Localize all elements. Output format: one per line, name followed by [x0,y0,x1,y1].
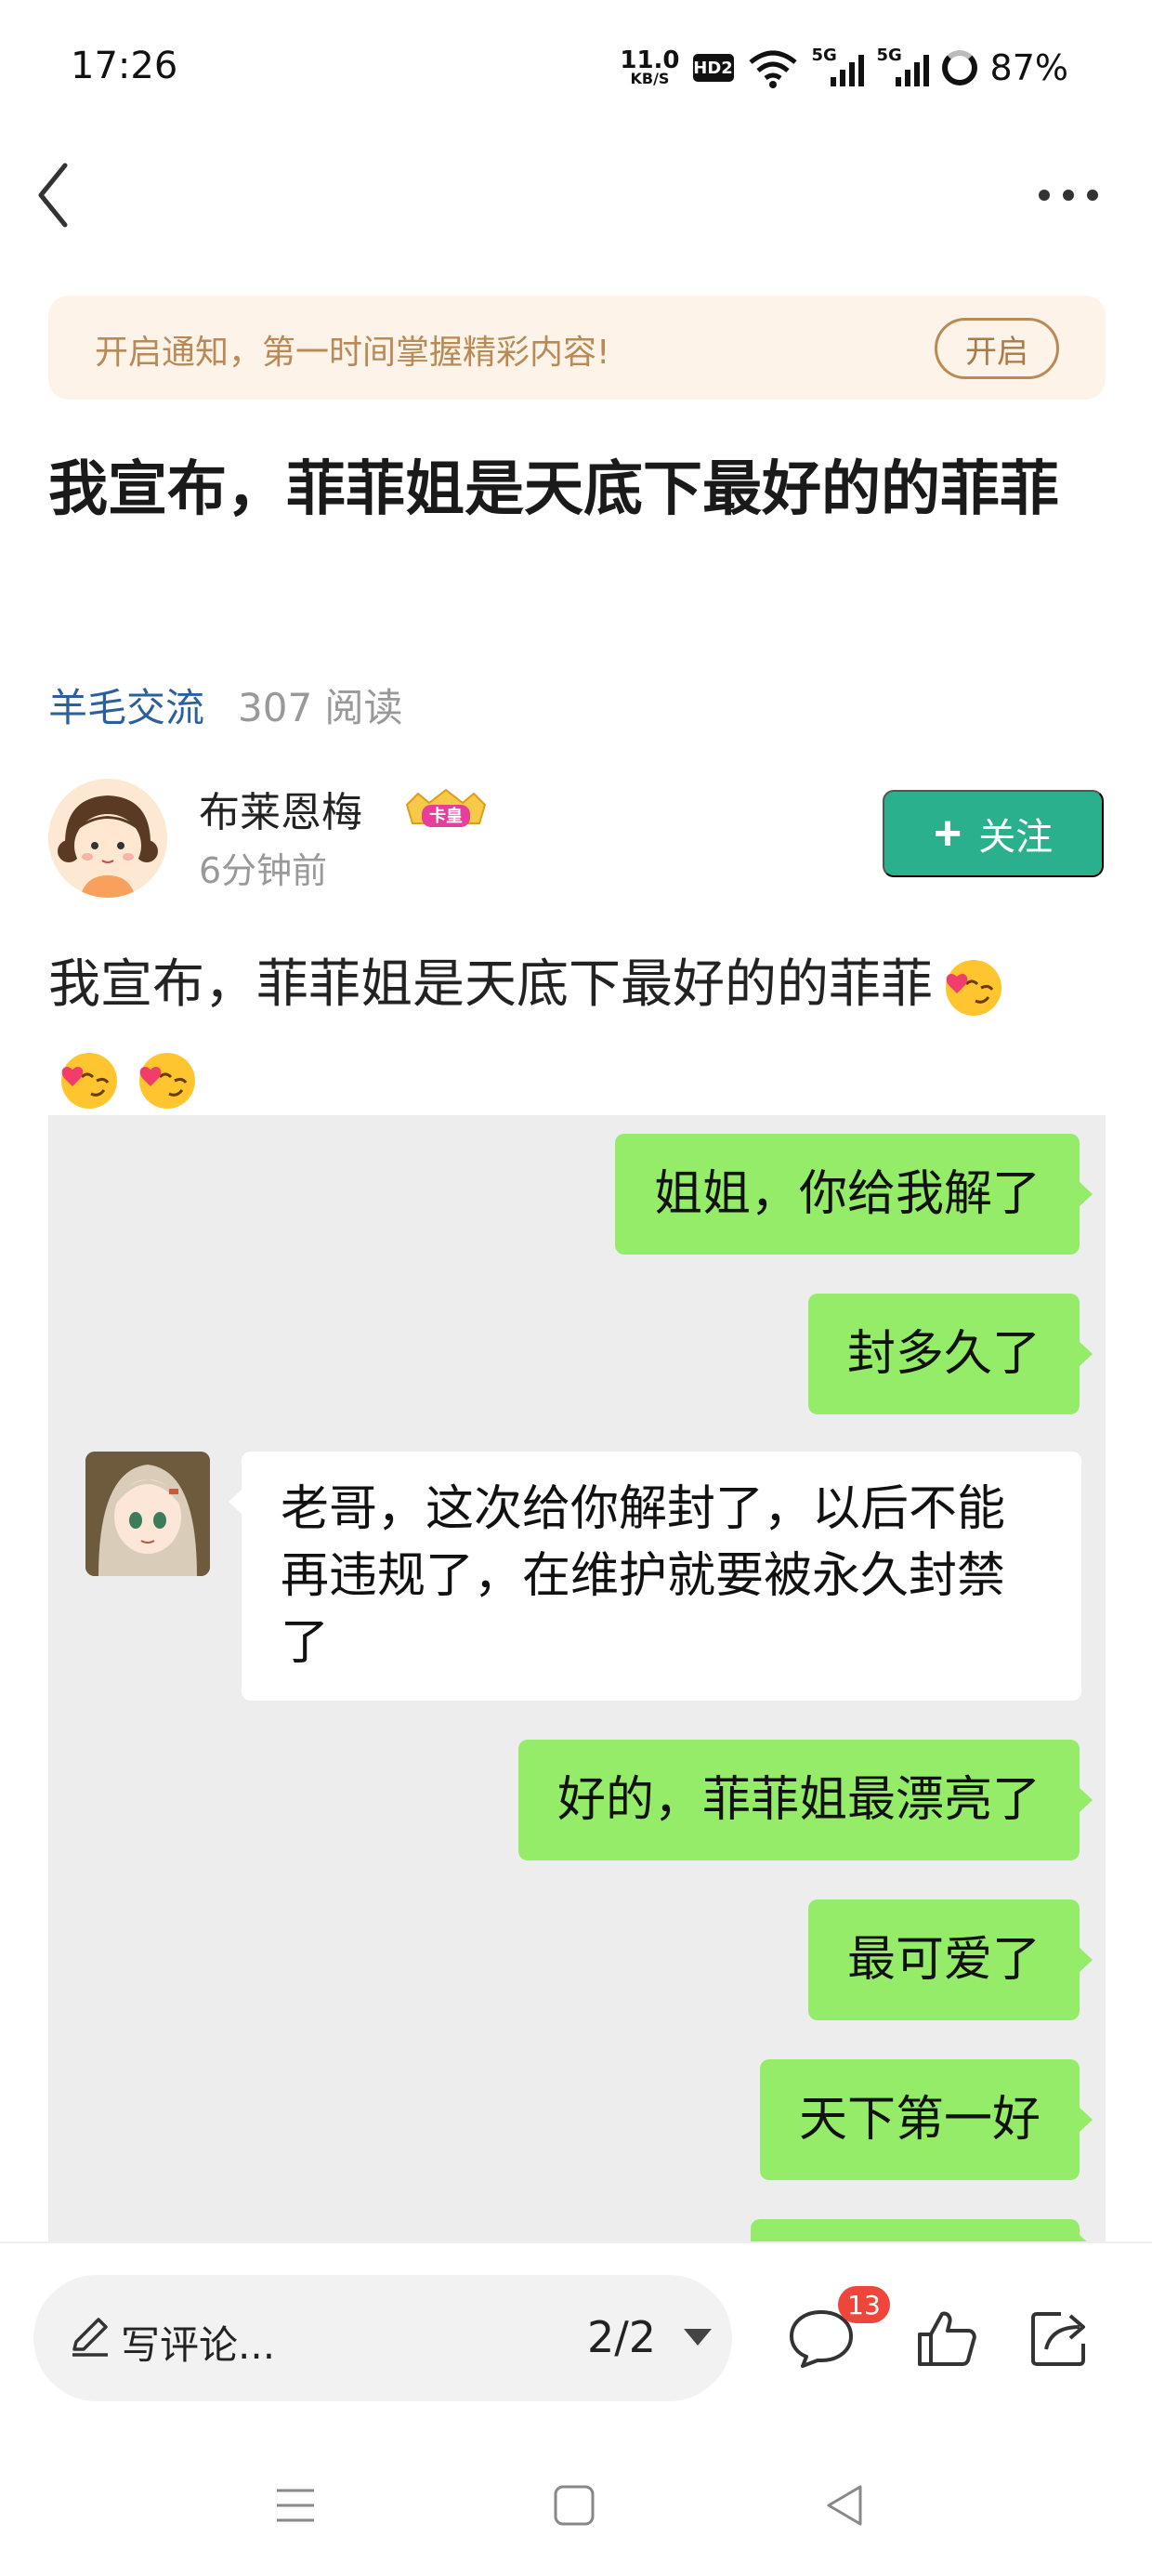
chevron-left-icon[interactable] [28,158,102,232]
network-speed-value: 11.0 [620,46,680,75]
top-nav [0,139,1152,260]
post-time: 6分钟前 [199,850,328,891]
notification-text: 开启通知，第一时间掌握精彩内容! [95,334,610,372]
post-meta: 羊毛交流 307 阅读 [48,677,403,733]
wifi-icon [748,50,797,88]
thumbs-up-icon[interactable] [914,2307,981,2370]
love-face-emoji-icon [946,959,1001,1016]
share-icon[interactable] [1028,2307,1094,2370]
post-body-text: 我宣布，菲菲姐是天底下最好的的菲菲 [48,954,933,1015]
crown-badge-icon: 卡皇 [401,786,491,831]
read-count: 307 阅读 [238,685,403,730]
status-icons: 11.0 KB/S HD2 5G 5G 87% [620,43,1068,93]
signal-1-icon: 5G [812,46,864,88]
love-face-emoji-icon [139,1052,195,1109]
home-icon[interactable] [548,2479,600,2531]
system-navigation [0,2427,1152,2576]
battery-level: 87% [989,47,1068,88]
post-body: 我宣布，菲菲姐是天底下最好的的菲菲 [48,939,1107,1124]
love-face-emoji-icon [61,1052,117,1109]
bottom-action-bar: 写评论... 2/2 13 [0,2241,1152,2427]
girl-avatar-icon [48,779,167,898]
signal-2-icon: 5G [877,46,929,88]
chat-contact-avatar [85,1452,210,1576]
crown-badge-label: 卡皇 [429,806,463,826]
plus-icon: + [933,807,962,861]
chat-message-me: 天下第一好 [759,2059,1093,2180]
enable-notification-button[interactable]: 开启 [935,318,1059,379]
chat-message-me-partial [751,2219,1093,2241]
chat-message-them: 老哥，这次给你解封了，以后不能再违规了，在维护就要被永久封禁了 [229,1452,1081,1701]
status-time: 17:26 [71,45,178,87]
page-indicator[interactable]: 2/2 [587,2312,656,2362]
chat-message-me: 封多久了 [807,1294,1093,1414]
chat-message-me: 姐姐，你给我解了 [614,1134,1093,1255]
chat-message-me: 好的，菲菲姐最漂亮了 [517,1740,1093,1860]
status-bar: 17:26 11.0 KB/S HD2 5G 5G 87% [0,0,1152,139]
more-dots-icon[interactable] [1031,167,1106,223]
caret-down-icon[interactable] [684,2329,712,2346]
hd-icon: HD2 [692,54,734,82]
follow-button[interactable]: + 关注 [883,790,1104,877]
comment-input[interactable]: 写评论... 2/2 [33,2275,732,2401]
follow-label: 关注 [978,817,1054,858]
battery-icon [941,50,977,85]
author-avatar[interactable] [48,779,167,898]
chat-screenshot[interactable]: 姐姐，你给我解了 封多久了 老哥，这次给你解封了，以后不能再违规了，在维护就要被… [48,1115,1106,2241]
network-speed: 11.0 KB/S [620,46,680,87]
category-link[interactable]: 羊毛交流 [48,677,204,733]
network-speed-unit: KB/S [630,69,670,87]
menu-icon[interactable] [269,2479,321,2531]
post-title: 我宣布，菲菲姐是天底下最好的的菲菲 [48,455,1059,524]
author-name[interactable]: 布莱恩梅 [199,779,362,838]
pen-icon [72,2318,108,2357]
back-triangle-icon[interactable] [819,2479,871,2531]
chat-message-me: 最可爱了 [807,1899,1093,2020]
comment-count-badge: 13 [838,2286,890,2323]
notification-banner: 开启通知，第一时间掌握精彩内容! 开启 [48,296,1106,400]
comment-placeholder: 写评论... [121,2322,276,2368]
